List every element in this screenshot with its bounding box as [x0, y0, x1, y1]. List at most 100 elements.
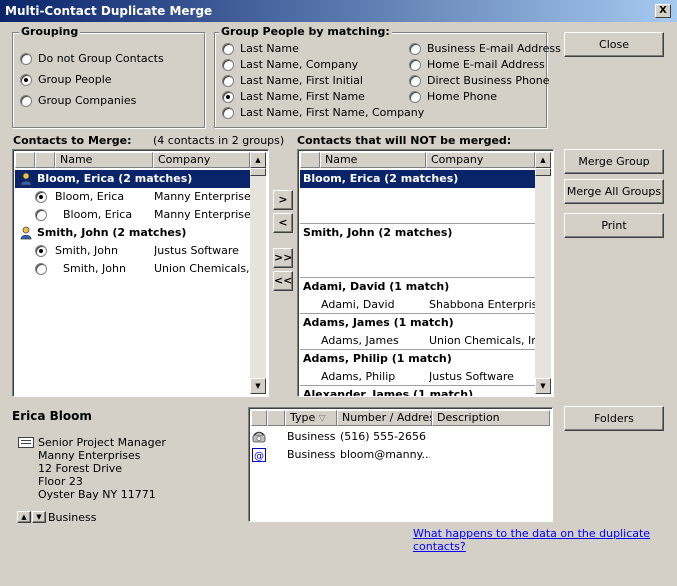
- merge-group-row[interactable]: Smith, John (2 matches): [15, 224, 250, 242]
- scroll-up-arrow-icon[interactable]: ▲: [250, 152, 266, 168]
- window-close-button[interactable]: X: [655, 4, 671, 18]
- column-header-blank[interactable]: [300, 152, 320, 168]
- radio-button[interactable]: [222, 43, 234, 55]
- grouping-option-label: Group People: [38, 73, 112, 86]
- merge-list-scrollbar[interactable]: ▲ ▼: [250, 152, 266, 394]
- merge-member-row[interactable]: Bloom, Erica Manny Enterprises: [15, 188, 250, 206]
- radio-button[interactable]: [222, 75, 234, 87]
- matching-option[interactable]: Home Phone: [409, 90, 497, 103]
- merge-group-row[interactable]: Bloom, Erica (2 matches): [15, 170, 250, 188]
- move-left-button[interactable]: <: [273, 213, 293, 233]
- address-up-arrow-icon[interactable]: ▲: [17, 511, 31, 523]
- close-button[interactable]: Close: [564, 32, 664, 57]
- member-company: Manny Enterprises: [154, 190, 250, 203]
- not-merged-scrollbar[interactable]: ▲ ▼: [535, 152, 551, 394]
- grouping-option[interactable]: Do not Group Contacts: [20, 52, 164, 65]
- primary-contact-radio[interactable]: [35, 191, 47, 203]
- email-icon: @: [252, 448, 266, 462]
- primary-contact-radio[interactable]: [35, 263, 47, 275]
- grouping-option[interactable]: Group Companies: [20, 94, 136, 107]
- radio-button[interactable]: [409, 75, 421, 87]
- not-merged-group-row[interactable]: Adams, Philip (1 match): [300, 350, 535, 368]
- scroll-down-arrow-icon[interactable]: ▼: [250, 378, 266, 394]
- not-merged-member-row[interactable]: Adams, Philip Justus Software: [300, 368, 535, 386]
- matching-option[interactable]: Business E-mail Address: [409, 42, 561, 55]
- not-merged-group-title: Bloom, Erica (2 matches): [303, 172, 459, 185]
- radio-button[interactable]: [409, 91, 421, 103]
- merge-member-row[interactable]: Smith, John Union Chemicals, ...: [15, 260, 250, 278]
- window-title: Multi-Contact Duplicate Merge: [5, 4, 213, 18]
- radio-button[interactable]: [409, 43, 421, 55]
- radio-button[interactable]: [409, 59, 421, 71]
- move-all-right-button[interactable]: >>: [273, 248, 293, 268]
- not-merged-group-title: Adami, David (1 match): [303, 280, 450, 293]
- matching-option[interactable]: Last Name, Company: [222, 58, 358, 71]
- scroll-down-arrow-icon[interactable]: ▼: [535, 378, 551, 394]
- radio-button[interactable]: [20, 95, 32, 107]
- help-link[interactable]: What happens to the data on the duplicat…: [413, 527, 677, 553]
- merge-member-row[interactable]: Smith, John Justus Software: [15, 242, 250, 260]
- scroll-thumb[interactable]: [535, 168, 551, 176]
- communication-value: bloom@manny...: [340, 448, 430, 461]
- address-line: 12 Forest Drive: [38, 462, 123, 475]
- merge-group-button[interactable]: Merge Group: [564, 149, 664, 174]
- scroll-thumb[interactable]: [250, 168, 266, 176]
- matching-option[interactable]: Last Name, First Name, Company: [222, 106, 424, 119]
- radio-button[interactable]: [222, 107, 234, 119]
- not-merged-group-row[interactable]: Alexander, James (1 match): [300, 386, 535, 396]
- communication-list[interactable]: Type ▽ Number / Address Description Busi…: [248, 407, 553, 522]
- communication-row[interactable]: Business (516) 555-2656: [251, 428, 550, 446]
- address-line: Manny Enterprises: [38, 449, 141, 462]
- matching-option[interactable]: Last Name, First Name: [222, 90, 365, 103]
- not-merged-group-row[interactable]: Adami, David (1 match): [300, 278, 535, 296]
- column-header-blank[interactable]: [251, 410, 267, 426]
- column-header-name[interactable]: Name: [320, 152, 426, 168]
- not-merged-member-row[interactable]: Adams, James Union Chemicals, Inc.: [300, 332, 535, 350]
- column-header-company[interactable]: Company: [426, 152, 535, 168]
- merge-all-groups-button[interactable]: Merge All Groups: [564, 179, 664, 204]
- column-header-description[interactable]: Description: [432, 410, 550, 426]
- radio-button[interactable]: [222, 91, 234, 103]
- column-header-blank-2[interactable]: [35, 152, 55, 168]
- matching-option[interactable]: Direct Business Phone: [409, 74, 550, 87]
- primary-contact-radio[interactable]: [35, 209, 47, 221]
- business-card-icon: [18, 437, 34, 448]
- column-header-company[interactable]: Company: [153, 152, 250, 168]
- radio-button[interactable]: [222, 59, 234, 71]
- primary-contact-radio[interactable]: [35, 245, 47, 257]
- column-header-name[interactable]: Name: [55, 152, 153, 168]
- column-header-blank-2[interactable]: [267, 410, 285, 426]
- column-header-number[interactable]: Number / Address: [337, 410, 432, 426]
- column-header-blank[interactable]: [15, 152, 35, 168]
- not-merged-member-row[interactable]: Adami, David Shabbona Enterprises: [300, 296, 535, 314]
- radio-button[interactable]: [20, 53, 32, 65]
- scroll-up-arrow-icon[interactable]: ▲: [535, 152, 551, 168]
- matching-option-label: Last Name, Company: [240, 58, 359, 71]
- matching-option[interactable]: Last Name, First Initial: [222, 74, 363, 87]
- not-merged-group-row[interactable]: Smith, John (2 matches): [300, 224, 535, 242]
- move-right-button[interactable]: >: [273, 190, 293, 210]
- member-name: Smith, John: [63, 262, 126, 275]
- move-all-left-button[interactable]: <<: [273, 271, 293, 291]
- radio-button[interactable]: [20, 74, 32, 86]
- person-icon: [19, 172, 33, 186]
- grouping-option[interactable]: Group People: [20, 73, 112, 86]
- matching-option[interactable]: Last Name: [222, 42, 299, 55]
- print-button[interactable]: Print: [564, 213, 664, 238]
- address-line: Floor 23: [38, 475, 83, 488]
- not-merged-group-row[interactable]: Adams, James (1 match): [300, 314, 535, 332]
- column-header-type-label: Type: [290, 411, 316, 424]
- not-merged-title: Contacts that will NOT be merged:: [297, 134, 512, 147]
- not-merged-header: Name Company: [300, 152, 535, 168]
- not-merged-list[interactable]: Name Company Bloom, Erica (2 matches) Smi…: [297, 149, 554, 397]
- contacts-to-merge-list[interactable]: Name Company Bloom, Erica (2 matches) Blo…: [12, 149, 269, 397]
- merge-member-row[interactable]: Bloom, Erica Manny Enterprises: [15, 206, 250, 224]
- folders-button[interactable]: Folders: [564, 406, 664, 431]
- communication-row[interactable]: @ Business bloom@manny...: [251, 446, 550, 464]
- matching-option[interactable]: Home E-mail Address: [409, 58, 545, 71]
- not-merged-group-row[interactable]: Bloom, Erica (2 matches): [300, 170, 535, 188]
- member-name: Bloom, Erica: [55, 190, 125, 203]
- column-header-type[interactable]: Type ▽: [285, 410, 337, 426]
- address-down-arrow-icon[interactable]: ▼: [32, 511, 46, 523]
- member-name: Adams, James: [321, 334, 399, 347]
